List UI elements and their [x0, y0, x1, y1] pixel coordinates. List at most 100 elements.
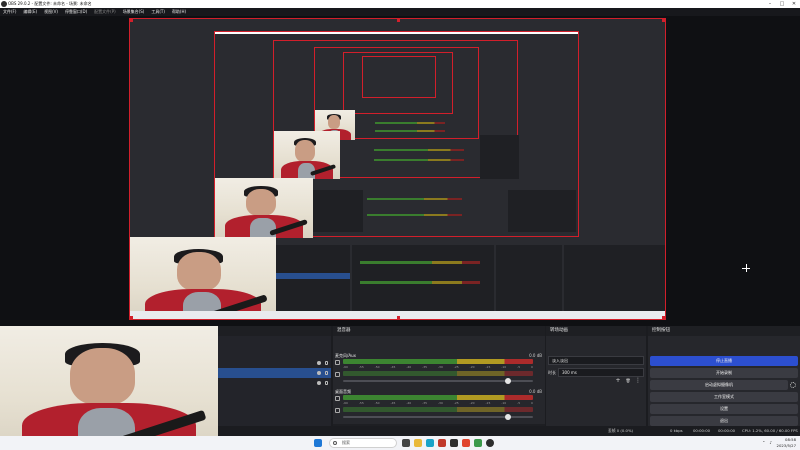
dropped-frames: 丢帧 0 (0.0%) — [608, 428, 634, 433]
resize-handle[interactable] — [662, 19, 665, 22]
chrome-icon[interactable] — [462, 439, 470, 447]
nested-capture-2 — [273, 40, 519, 179]
studio-mode-button[interactable]: 工作室模式 — [650, 392, 798, 402]
task-view-icon[interactable] — [402, 439, 410, 447]
settings-button[interactable]: 设置 — [650, 404, 798, 414]
settings-icon[interactable] — [335, 408, 340, 413]
preview-canvas[interactable] — [129, 18, 666, 320]
transition-type-select[interactable]: 淡入淡出 — [548, 356, 644, 365]
resize-handle[interactable] — [130, 316, 133, 319]
nested-controls-dock — [480, 135, 519, 179]
canvas-controls-dock — [564, 245, 665, 315]
mixer-channel: 桌面音频 0.0 dB -60 -55 -50 -45 -40 -35 -30 -25 -20-… — [333, 388, 545, 424]
duration-label: 时长 — [548, 370, 556, 375]
virtual-camera-settings-icon[interactable] — [790, 382, 796, 388]
sources-header — [218, 326, 331, 336]
transition-more-button[interactable]: ⋮ — [634, 377, 642, 385]
canvas-webcam-source — [130, 237, 276, 319]
nested-webcam-thumbnail — [274, 131, 340, 179]
search-icon — [333, 441, 337, 445]
nested-title-bar — [215, 32, 578, 34]
taskbar-search[interactable]: 搜索 — [329, 438, 397, 448]
audio-mixer-dock: 混音器 麦克风/Aux 0.0 dB -60 -55 -50 -45 -40 -35 -30… — [333, 326, 545, 436]
resize-handle[interactable] — [397, 19, 400, 22]
chevron-up-icon[interactable]: ⌃ — [762, 440, 765, 445]
level-meter — [343, 359, 533, 364]
eye-icon[interactable] — [317, 371, 321, 375]
file-explorer-icon[interactable] — [414, 439, 422, 447]
window-controls: – □ ✕ — [764, 0, 800, 8]
lock-icon[interactable] — [325, 371, 328, 375]
nested-capture-5 — [362, 56, 436, 98]
obs-taskbar-icon[interactable] — [486, 439, 494, 447]
windows-start-icon[interactable] — [314, 439, 322, 447]
menu-docks[interactable]: 停靠窗口(D) — [65, 8, 87, 16]
nested-meter — [367, 198, 462, 200]
menu-file[interactable]: 文件(F) — [3, 8, 16, 16]
minimize-button[interactable]: – — [764, 0, 776, 8]
nested-meter — [375, 122, 445, 124]
nested-controls-dock — [508, 190, 576, 232]
level-meter — [343, 407, 533, 412]
source-item[interactable] — [218, 358, 331, 368]
live-time: 00:00:00 — [693, 428, 711, 433]
taskbar-clock[interactable]: 08:58 2023/5/27 — [777, 437, 796, 449]
add-transition-button[interactable]: + — [614, 377, 622, 385]
app-icon[interactable] — [438, 439, 446, 447]
resize-handle[interactable] — [130, 19, 133, 22]
duration-field[interactable]: 300 ms — [558, 368, 644, 377]
resize-handle[interactable] — [662, 316, 665, 319]
menu-view[interactable]: 视图(V) — [44, 8, 58, 16]
maximize-button[interactable]: □ — [776, 0, 788, 8]
menu-edit[interactable]: 编辑(E) — [23, 8, 37, 16]
nested-meter — [374, 149, 464, 151]
bitrate: 0 kbps — [670, 428, 683, 433]
start-recording-button[interactable]: 开始录制 — [650, 368, 798, 378]
eye-icon[interactable] — [317, 381, 321, 385]
meter-scale: -60 -55 -50 -45 -40 -35 -30 -25 -20 -15 -10 -5 0 — [343, 365, 533, 369]
eye-icon[interactable] — [317, 361, 321, 365]
sources-list[interactable] — [218, 336, 331, 426]
remove-transition-button[interactable]: 🗑 — [624, 377, 632, 385]
slider-thumb[interactable] — [505, 414, 511, 420]
window-title-bar: OBS 29.0.2 - 配置文件: 未命名 - 场景: 未命名 – □ ✕ — [0, 0, 800, 8]
start-virtual-camera-button[interactable]: 启动虚拟摄像机 — [650, 380, 788, 390]
app-icon[interactable] — [474, 439, 482, 447]
lock-icon[interactable] — [325, 381, 328, 385]
lock-icon[interactable] — [325, 361, 328, 365]
webcam-feed — [0, 326, 218, 450]
search-placeholder: 搜索 — [342, 440, 350, 445]
volume-slider[interactable] — [343, 414, 533, 420]
edge-browser-icon[interactable] — [426, 439, 434, 447]
menu-tools[interactable]: 工具(T) — [151, 8, 165, 16]
speaker-icon[interactable]: ♪ — [769, 440, 772, 445]
mixer-channel: 麦克风/Aux 0.0 dB -60 -55 -50 -45 -40 -35 -30 -25-… — [333, 352, 545, 388]
nested-webcam-thumbnail — [215, 178, 313, 238]
obs-logo-icon — [1, 1, 7, 7]
close-button[interactable]: ✕ — [788, 0, 800, 8]
window-title: OBS 29.0.2 - 配置文件: 未命名 - 场景: 未命名 — [8, 1, 92, 6]
volume-slider[interactable] — [343, 378, 533, 384]
exit-button[interactable]: 退出 — [650, 416, 798, 426]
nested-capture-3 — [314, 47, 479, 140]
menu-scene-collection[interactable]: 场景集合(S) — [123, 8, 145, 16]
menu-profile[interactable]: 配置文件(P) — [94, 8, 116, 16]
channel-db: 0.0 dB — [529, 389, 542, 394]
controls-header: 控制按钮 — [648, 326, 800, 336]
menu-help[interactable]: 帮助(H) — [172, 8, 186, 16]
resize-handle[interactable] — [397, 316, 400, 319]
volume-icon[interactable] — [335, 396, 340, 401]
slider-thumb[interactable] — [505, 378, 511, 384]
nested-meter — [374, 159, 464, 161]
nested-meter — [375, 130, 445, 132]
transitions-dock: 转场动画 淡入淡出 时长 300 ms + 🗑 ⋮ — [546, 326, 646, 436]
volume-icon[interactable] — [335, 360, 340, 365]
source-item[interactable] — [218, 378, 331, 388]
clock-date: 2023/5/27 — [776, 443, 796, 448]
nested-capture-4 — [343, 52, 453, 114]
source-item[interactable] — [218, 368, 331, 378]
stop-streaming-button[interactable]: 停止直播 — [650, 356, 798, 366]
settings-icon[interactable] — [335, 372, 340, 377]
level-meter — [343, 395, 533, 400]
app-icon[interactable] — [450, 439, 458, 447]
